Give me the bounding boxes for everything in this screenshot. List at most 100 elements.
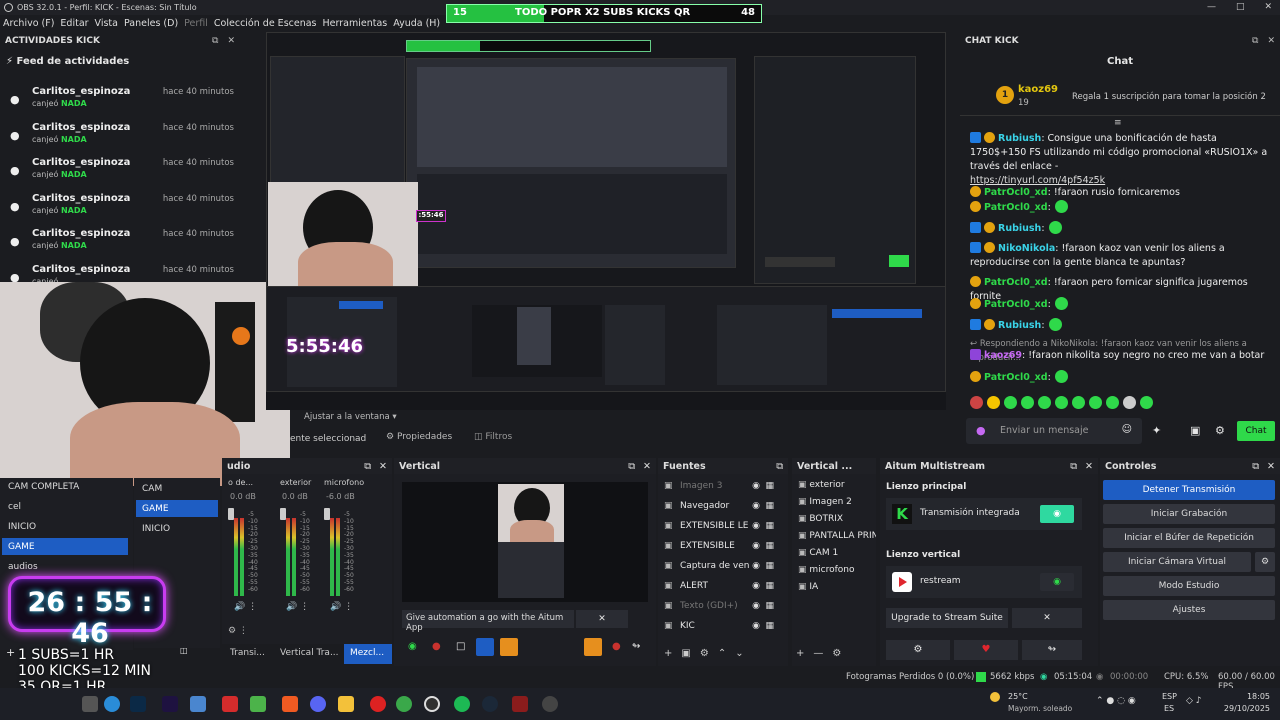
- channel-menu-icon[interactable]: ⋮: [300, 602, 309, 612]
- source-item[interactable]: ▣ Imagen 3 ◉ ▦: [664, 476, 786, 496]
- scene-item[interactable]: CAM: [136, 480, 218, 497]
- add-scene-icon[interactable]: +: [6, 646, 15, 659]
- menu-paneles[interactable]: Paneles (D): [121, 18, 181, 29]
- minimize-icon[interactable]: —: [1207, 2, 1216, 12]
- tab-mixer[interactable]: Mezcl...: [344, 644, 392, 664]
- remove-source-icon[interactable]: ▣: [681, 648, 690, 659]
- vertical-source-item[interactable]: ▣ PANTALLA PRIN: [798, 531, 876, 541]
- filter-icon[interactable]: ◫: [180, 646, 188, 655]
- stop-stream-button[interactable]: Detener Transmisión: [1103, 480, 1275, 500]
- capcut-icon[interactable]: [222, 696, 238, 712]
- channel-menu-icon[interactable]: ⋮: [248, 602, 257, 612]
- mixer-settings-icon[interactable]: ⚙ ⋮: [228, 626, 248, 636]
- visibility-icon[interactable]: ◉: [752, 521, 760, 531]
- emoji-icon[interactable]: ☺: [1122, 424, 1132, 435]
- menu-coleccion[interactable]: Colección de Escenas: [211, 18, 320, 29]
- stream-icon[interactable]: ◉: [408, 641, 417, 652]
- lock-icon[interactable]: ▦: [765, 521, 774, 531]
- split-icon[interactable]: ↬: [632, 641, 640, 652]
- menu-editar[interactable]: Editar: [57, 18, 91, 29]
- menu-perfil[interactable]: Perfil: [181, 18, 211, 29]
- chat-username[interactable]: PatrOcl0_xd: [984, 202, 1048, 213]
- close-dock-icon[interactable]: ✕: [379, 461, 387, 472]
- aitum-heart-icon[interactable]: ♥: [954, 640, 1018, 660]
- record-icon[interactable]: ●: [432, 641, 441, 652]
- game-icon[interactable]: [512, 696, 528, 712]
- undock-icon[interactable]: ⧉: [364, 461, 371, 472]
- weather-desc[interactable]: Mayorm. soleado: [1008, 704, 1072, 713]
- lang-secondary[interactable]: ES: [1164, 704, 1174, 713]
- scene-item[interactable]: GAME: [2, 538, 128, 555]
- settings-app-icon[interactable]: [542, 696, 558, 712]
- app-red-icon[interactable]: [370, 696, 386, 712]
- chrome-icon[interactable]: [396, 696, 412, 712]
- edge-icon[interactable]: [104, 696, 120, 712]
- lock-icon[interactable]: ▦: [765, 621, 774, 631]
- source-item[interactable]: ▣ EXTENSIBLE LE ◉ ▦: [664, 516, 786, 536]
- scene-item[interactable]: audios: [2, 558, 128, 575]
- menu-vista[interactable]: Vista: [92, 18, 121, 29]
- vsource-props-icon[interactable]: ⚙: [832, 648, 841, 659]
- clock-date[interactable]: 29/10/2025: [1220, 704, 1270, 713]
- volume-fader[interactable]: [280, 508, 286, 520]
- visibility-icon[interactable]: ◉: [752, 581, 760, 591]
- scene-item[interactable]: INICIO: [136, 520, 218, 537]
- chat-username[interactable]: PatrOcl0_xd: [984, 299, 1048, 310]
- dismiss-upgrade-icon[interactable]: ✕: [1012, 608, 1082, 628]
- settings-button[interactable]: Ajustes: [1103, 600, 1275, 620]
- upgrade-button[interactable]: Upgrade to Stream Suite: [886, 608, 1008, 628]
- chat-username[interactable]: PatrOcl0_xd: [984, 372, 1048, 383]
- aitum-settings-icon[interactable]: ⚙: [886, 640, 950, 660]
- source-item[interactable]: ▣ EXTENSIBLE ◉ ▦: [664, 536, 786, 556]
- tab-transitions[interactable]: Transi...: [230, 648, 265, 658]
- clock-time[interactable]: 18:05: [1220, 692, 1270, 701]
- chat-send-button[interactable]: Chat: [1237, 421, 1275, 441]
- chat-username[interactable]: Rubiush: [998, 133, 1041, 144]
- vertical-source-item[interactable]: ▣ IA: [798, 582, 876, 592]
- photoshop-icon[interactable]: [130, 696, 146, 712]
- visibility-icon[interactable]: ◉: [752, 561, 760, 571]
- volume-fader[interactable]: [228, 508, 234, 520]
- discord-icon[interactable]: [310, 696, 326, 712]
- taskview-icon[interactable]: [82, 696, 98, 712]
- chat-username[interactable]: kaoz69: [984, 350, 1022, 361]
- virtual-camera-settings-icon[interactable]: ⚙: [1255, 552, 1275, 572]
- vertical-source-item[interactable]: ▣ exterior: [798, 480, 876, 490]
- maximize-icon[interactable]: □: [1236, 2, 1245, 12]
- source-item[interactable]: ▣ Texto (GDI+) ◉ ▦: [664, 596, 786, 616]
- visibility-icon[interactable]: ◉: [752, 481, 760, 491]
- replay-buffer-button[interactable]: Iniciar el Búfer de Repetición: [1103, 528, 1275, 548]
- source-item[interactable]: ▣ Captura de ven ◉ ▦: [664, 556, 786, 576]
- speaker-icon[interactable]: 🔊: [234, 602, 245, 612]
- steam-icon[interactable]: [482, 696, 498, 712]
- dismiss-toast-icon[interactable]: ✕: [576, 610, 628, 628]
- chat-username[interactable]: PatrOcl0_xd: [984, 187, 1048, 198]
- emote-bar[interactable]: [966, 396, 1156, 412]
- settings-gear-icon[interactable]: ⚙: [1215, 424, 1225, 437]
- lock-icon[interactable]: ▦: [765, 501, 774, 511]
- weather-temp[interactable]: 25°C: [1008, 692, 1028, 701]
- vertical-source-item[interactable]: ▣ CAM 1: [798, 548, 876, 558]
- filters-button[interactable]: ◫ Filtros: [474, 432, 512, 442]
- lock-icon[interactable]: ▦: [765, 601, 774, 611]
- network-volume-icons[interactable]: ◇ ♪: [1186, 696, 1202, 706]
- store-icon[interactable]: ▣: [1190, 424, 1200, 437]
- brave-icon[interactable]: [282, 696, 298, 712]
- scene-item[interactable]: cel: [2, 498, 128, 515]
- chat-input[interactable]: ● Enviar un mensaje ☺: [966, 418, 1142, 444]
- move-down-icon[interactable]: ⌄: [735, 648, 743, 659]
- aitum-split-icon[interactable]: ↬: [1022, 640, 1082, 660]
- lock-icon[interactable]: ▦: [765, 581, 774, 591]
- menu-herramientas[interactable]: Herramientas: [320, 18, 391, 29]
- source-item[interactable]: ▣ Navegador ◉ ▦: [664, 496, 786, 516]
- premiere-icon[interactable]: [162, 696, 178, 712]
- main-preview[interactable]: :55:46 5:55:46: [266, 32, 946, 410]
- spotify-icon[interactable]: [454, 696, 470, 712]
- close-dock-icon[interactable]: ✕: [227, 36, 235, 46]
- close-dock-icon[interactable]: ✕: [643, 461, 651, 472]
- undock-icon[interactable]: ⧉: [1252, 36, 1258, 46]
- chat-username[interactable]: PatrOcl0_xd: [984, 277, 1048, 288]
- backtrack-icon[interactable]: [500, 638, 518, 656]
- speaker-icon[interactable]: 🔊: [286, 602, 297, 612]
- explorer-icon[interactable]: [338, 696, 354, 712]
